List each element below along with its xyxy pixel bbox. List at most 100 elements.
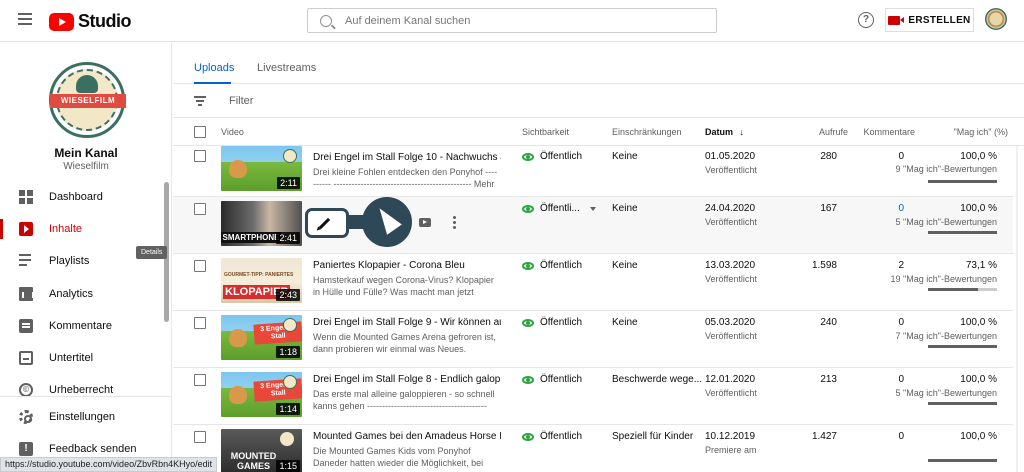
likes-percent: 100,0 % <box>960 151 997 162</box>
video-title[interactable]: Mounted Games bei den Amadeus Horse Ind.… <box>313 431 501 442</box>
restrictions-cell[interactable]: Beschwerde wege... <box>612 374 702 385</box>
column-likes[interactable]: "Mag ich" (%) <box>954 127 1008 137</box>
column-comments[interactable]: Kommentare <box>863 127 915 137</box>
video-title[interactable]: Drei Engel im Stall Folge 10 - Nachwuchs… <box>313 152 501 163</box>
duration-badge: 2:41 <box>276 232 300 244</box>
comments-cell: 0 <box>898 151 904 162</box>
filter-bar: Filter <box>173 84 1024 118</box>
search-input[interactable] <box>345 14 685 27</box>
date-cell: 13.03.2020 <box>705 260 756 271</box>
row-checkbox[interactable] <box>194 317 206 329</box>
comments-cell[interactable]: 0 <box>898 203 904 214</box>
menu-icon[interactable] <box>18 13 32 25</box>
playlists-icon <box>19 254 33 268</box>
column-restrictions[interactable]: Einschränkungen <box>612 127 682 137</box>
likes-count: 5 "Mag ich"-Bewertungen <box>895 217 997 227</box>
tab-uploads[interactable]: Uploads <box>194 62 234 74</box>
views-cell: 1.598 <box>811 260 837 271</box>
chevron-down-icon[interactable] <box>589 206 596 211</box>
video-thumbnail[interactable]: GOURMET-TIPP: PANIERTES KLOPAPIER 2:43 <box>221 258 302 303</box>
feedback-icon <box>19 442 33 456</box>
visibility-cell[interactable]: Öffentlich <box>522 431 582 442</box>
visibility-label: Öffentlich <box>540 317 583 328</box>
channel-title: Mein Kanal <box>54 146 118 160</box>
row-checkbox[interactable] <box>194 260 206 272</box>
date-cell: 05.03.2020 <box>705 317 756 328</box>
video-title[interactable]: Drei Engel im Stall Folge 8 - Endlich ga… <box>313 374 501 385</box>
visibility-cell[interactable]: Öffentli... <box>522 203 596 214</box>
column-visibility[interactable]: Sichtbarkeit <box>522 127 569 137</box>
sidebar-item-label: Feedback senden <box>49 443 137 455</box>
row-checkbox[interactable] <box>194 203 206 215</box>
video-thumbnail[interactable]: SMARTPHONE 2:41 <box>221 201 302 246</box>
sidebar-item-label: Untertitel <box>49 352 94 364</box>
settings-icon <box>19 410 33 424</box>
video-thumbnail[interactable]: 2:11 <box>221 146 302 191</box>
video-title[interactable]: Paniertes Klopapier - Corona Bleu <box>313 260 501 271</box>
row-checkbox[interactable] <box>194 431 206 443</box>
video-thumbnail[interactable]: MOUNTED GAMES 1:15 <box>221 429 302 472</box>
table-header: Video Sichtbarkeit Einschränkungen Datum… <box>173 118 1024 146</box>
row-checkbox[interactable] <box>194 374 206 386</box>
likes-bar <box>928 288 997 291</box>
eye-icon <box>522 318 534 327</box>
visibility-cell[interactable]: Öffentlich <box>522 374 582 385</box>
sidebar-item-label: Urheberrecht <box>49 384 114 396</box>
search-box[interactable] <box>307 8 717 33</box>
tab-livestreams[interactable]: Livestreams <box>257 62 316 74</box>
row-checkbox[interactable] <box>194 150 206 162</box>
duration-badge: 2:43 <box>276 289 300 301</box>
logo-text: Studio <box>78 11 132 31</box>
sidebar-item-analytics[interactable]: Analytics <box>0 278 166 310</box>
account-avatar[interactable] <box>985 8 1007 30</box>
more-options-icon[interactable] <box>453 216 457 230</box>
visibility-cell[interactable]: Öffentlich <box>522 151 582 162</box>
comments-cell: 2 <box>898 260 904 271</box>
table-row[interactable]: MOUNTED GAMES 1:15 Mounted Games bei den… <box>173 425 1013 472</box>
eye-icon <box>522 432 534 441</box>
video-title[interactable]: Drei Engel im Stall Folge 9 - Wir können… <box>313 317 501 328</box>
table-row[interactable]: 2:11 Drei Engel im Stall Folge 10 - Nach… <box>173 146 1013 197</box>
table-scrollbar[interactable] <box>1013 146 1021 472</box>
table-row[interactable]: 3 Engel im Stall 1:14 Drei Engel im Stal… <box>173 368 1013 425</box>
select-all-checkbox[interactable] <box>194 126 206 138</box>
view-on-youtube-icon[interactable] <box>419 218 431 227</box>
details-button[interactable] <box>305 208 349 238</box>
column-views[interactable]: Aufrufe <box>819 127 848 137</box>
duration-badge: 1:18 <box>276 346 300 358</box>
table-row[interactable]: SMARTPHONE 2:41 Öffentli... Keine 24.04.… <box>173 197 1013 254</box>
filter-icon[interactable] <box>194 96 206 106</box>
visibility-cell[interactable]: Öffentlich <box>522 317 582 328</box>
likes-bar <box>928 231 997 234</box>
create-button[interactable]: ERSTELLEN <box>885 8 974 32</box>
details-tooltip: Details <box>136 246 168 259</box>
sidebar-item-einstellungen[interactable]: Einstellungen <box>0 401 166 433</box>
help-icon[interactable]: ? <box>858 12 874 28</box>
youtube-logo-icon <box>49 12 74 31</box>
comments-cell: 0 <box>898 374 904 385</box>
sidebar-item-untertitel[interactable]: Untertitel <box>0 342 166 374</box>
column-date[interactable]: Datum ↓ <box>705 127 744 137</box>
table-row[interactable]: GOURMET-TIPP: PANIERTES KLOPAPIER 2:43 P… <box>173 254 1013 311</box>
restrictions-cell: Keine <box>612 317 638 328</box>
sidebar-item-label: Einstellungen <box>49 411 116 423</box>
studio-logo[interactable]: Studio <box>49 11 132 32</box>
table-row[interactable]: 3 Engel im Stall 1:18 Drei Engel im Stal… <box>173 311 1013 368</box>
sidebar-item-inhalte[interactable]: Inhalte <box>0 213 166 245</box>
duration-badge: 1:14 <box>276 403 300 415</box>
date-status: Veröffentlicht <box>705 274 757 284</box>
video-description: Das erste mal alleine galoppieren - so s… <box>313 389 495 411</box>
filter-input[interactable]: Filter <box>229 95 253 107</box>
channel-avatar[interactable]: WIESELFILM <box>49 62 126 138</box>
date-status: Veröffentlicht <box>705 331 757 341</box>
video-thumbnail[interactable]: 3 Engel im Stall 1:18 <box>221 315 302 360</box>
sidebar-item-kommentare[interactable]: Kommentare <box>0 310 166 342</box>
tab-bar: Uploads Livestreams <box>173 42 1024 84</box>
comments-icon <box>19 319 33 333</box>
video-thumbnail[interactable]: 3 Engel im Stall 1:14 <box>221 372 302 417</box>
likes-bar <box>928 345 997 348</box>
sidebar-item-dashboard[interactable]: Dashboard <box>0 181 166 213</box>
date-status: Veröffentlicht <box>705 388 757 398</box>
date-cell: 12.01.2020 <box>705 374 756 385</box>
visibility-cell[interactable]: Öffentlich <box>522 260 582 271</box>
